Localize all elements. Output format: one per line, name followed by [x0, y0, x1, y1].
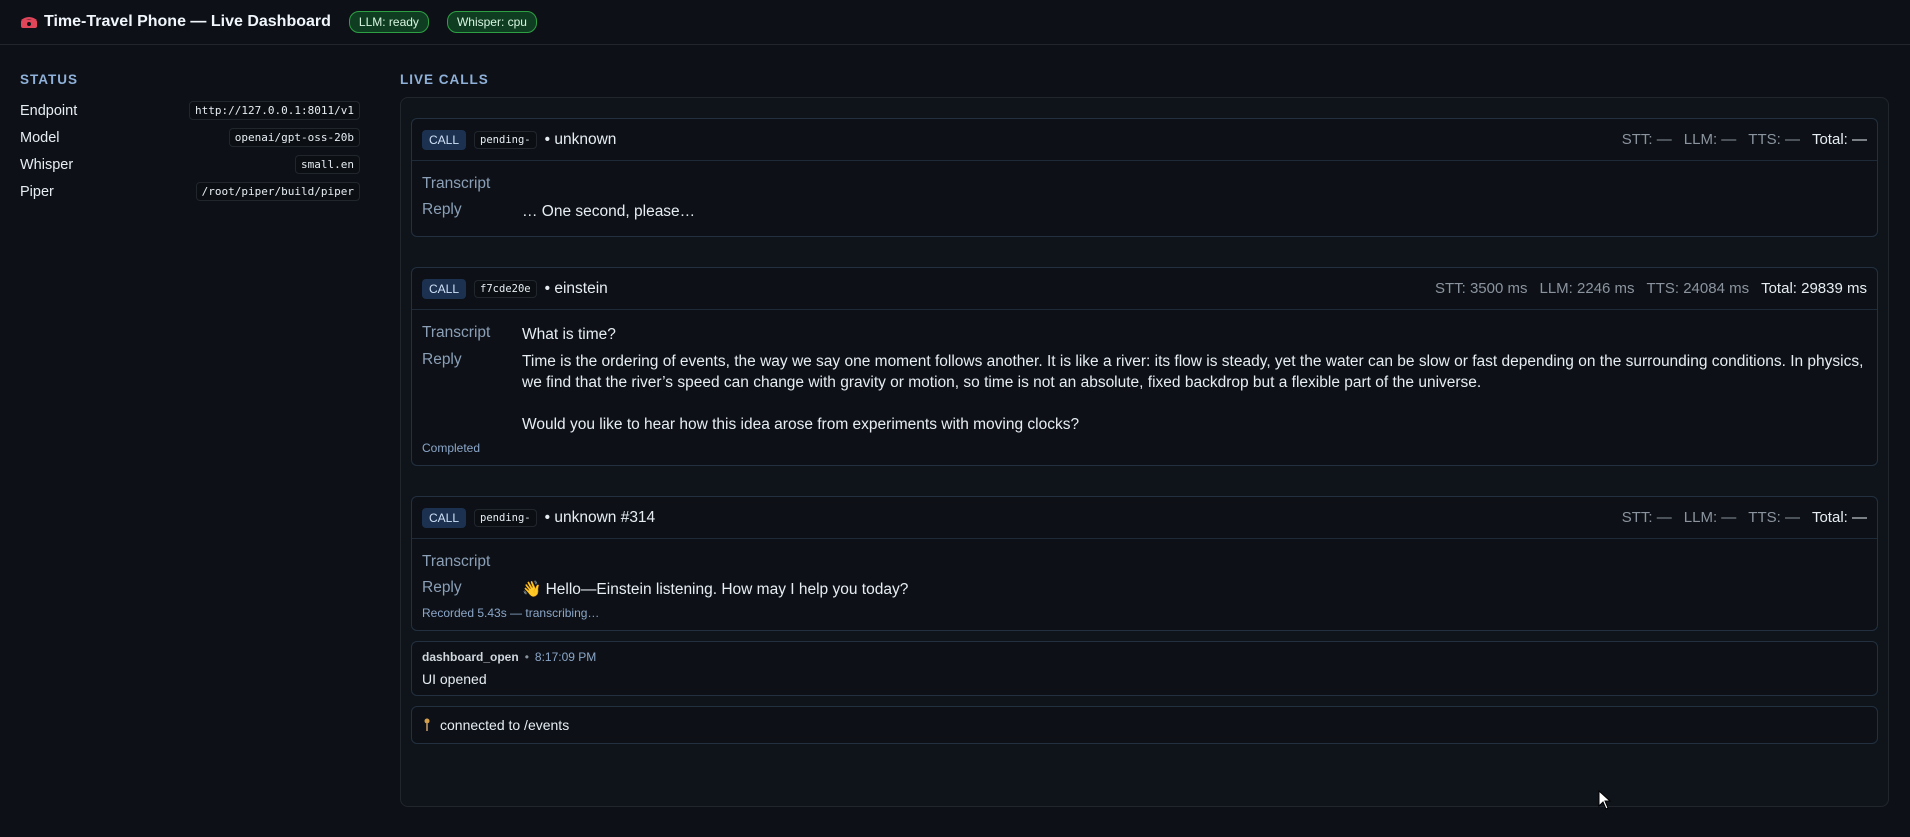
reply-paragraph: Would you like to hear how this idea aro…	[522, 416, 1080, 433]
caller-name: • unknown	[544, 130, 617, 148]
total-metric: Total: 29839 ms	[1761, 280, 1867, 297]
telephone-icon	[21, 17, 37, 28]
call-tag: CALL	[422, 278, 467, 299]
transcript-label: Transcript	[422, 553, 491, 570]
transcript-label: Transcript	[422, 324, 491, 341]
caller-name: • unknown #314	[544, 508, 656, 526]
connection-text: connected to /events	[440, 717, 570, 733]
call-body: Transcript Reply … One second, please…	[412, 161, 1877, 236]
reply-line: Reply Time is the ordering of events, th…	[422, 351, 1867, 435]
llm-metric: LLM: —	[1683, 509, 1737, 526]
tts-metric: TTS: 24084 ms	[1646, 280, 1750, 297]
call-body: Transcript Reply 👋 Hello—Einstein listen…	[412, 539, 1877, 630]
status-title: STATUS	[20, 72, 78, 87]
call-header: CALL f7cde20e • einstein STT: 3500 ms LL…	[412, 268, 1877, 310]
call-status-note: Completed	[422, 441, 481, 455]
event-separator: •	[524, 650, 529, 664]
call-metrics: STT: 3500 ms LLM: 2246 ms TTS: 24084 ms …	[1435, 280, 1867, 297]
event-type: dashboard_open	[422, 650, 519, 664]
status-label: Model	[20, 129, 60, 146]
transcript-label: Transcript	[422, 175, 491, 192]
stt-metric: STT: 3500 ms	[1434, 280, 1528, 297]
call-card: CALL f7cde20e • einstein STT: 3500 ms LL…	[411, 267, 1878, 466]
status-label: Piper	[20, 183, 54, 200]
call-id: f7cde20e	[474, 279, 537, 298]
status-label: Endpoint	[20, 102, 78, 119]
call-metrics: STT: — LLM: — TTS: — Total: —	[1622, 131, 1867, 148]
live-calls-title: LIVE CALLS	[400, 72, 489, 87]
status-row-model: Model openai/gpt-oss-20b	[20, 124, 360, 151]
call-header: CALL pending- • unknown #314 STT: — LLM:…	[412, 497, 1877, 539]
stt-metric: STT: —	[1621, 509, 1672, 526]
event-time: 8:17:09 PM	[534, 650, 597, 664]
call-card: CALL pending- • unknown #314 STT: — LLM:…	[411, 496, 1878, 631]
stt-metric: STT: —	[1621, 131, 1672, 148]
mouse-cursor-icon	[1598, 790, 1612, 810]
status-row-piper: Piper /root/piper/build/piper	[20, 178, 360, 205]
reply-text: … One second, please…	[522, 203, 696, 220]
llm-metric: LLM: 2246 ms	[1539, 280, 1635, 297]
connection-indicator-icon	[424, 718, 430, 731]
call-tag: CALL	[422, 129, 467, 150]
app-title: Time-Travel Phone — Live Dashboard	[20, 13, 331, 31]
reply-line: Reply 👋 Hello—Einstein listening. How ma…	[422, 579, 1867, 600]
call-body: Transcript What is time? Reply Time is t…	[412, 310, 1877, 465]
event-message: UI opened	[422, 671, 487, 687]
status-value: openai/gpt-oss-20b	[228, 128, 360, 147]
llm-metric: LLM: —	[1683, 131, 1737, 148]
llm-status-badge: LLM: ready	[348, 11, 429, 33]
reply-label: Reply	[422, 201, 462, 218]
app-title-text: Time-Travel Phone — Live Dashboard	[44, 13, 331, 30]
caller-name: • einstein	[544, 279, 608, 297]
event-meta: dashboard_open • 8:17:09 PM	[422, 650, 1867, 664]
status-row-endpoint: Endpoint http://127.0.0.1:8011/v1	[20, 97, 360, 124]
whisper-status-badge: Whisper: cpu	[446, 11, 537, 33]
tts-metric: TTS: —	[1748, 131, 1800, 148]
total-metric: Total: —	[1811, 509, 1867, 526]
reply-paragraph: Time is the ordering of events, the way …	[522, 353, 1864, 391]
call-header: CALL pending- • unknown STT: — LLM: — TT…	[412, 119, 1877, 161]
connection-status: connected to /events	[411, 706, 1878, 744]
event-log-item: dashboard_open • 8:17:09 PM UI opened	[411, 641, 1878, 696]
transcript-line: Transcript	[422, 175, 1867, 193]
status-value: /root/piper/build/piper	[195, 182, 360, 201]
calls-container[interactable]: CALL pending- • unknown STT: — LLM: — TT…	[400, 97, 1889, 807]
total-metric: Total: —	[1811, 131, 1867, 148]
status-row-whisper: Whisper small.en	[20, 151, 360, 178]
reply-text: Time is the ordering of events, the way …	[522, 351, 1867, 435]
transcript-text: What is time?	[522, 326, 616, 343]
reply-label: Reply	[422, 579, 462, 596]
transcript-line: Transcript	[422, 553, 1867, 571]
transcript-line: Transcript What is time?	[422, 324, 1867, 345]
status-value: http://127.0.0.1:8011/v1	[189, 101, 360, 120]
status-label: Whisper	[20, 156, 74, 173]
page-content: STATUS Endpoint http://127.0.0.1:8011/v1…	[0, 45, 1910, 807]
call-status-note: Recorded 5.43s — transcribing…	[422, 606, 600, 620]
call-card: CALL pending- • unknown STT: — LLM: — TT…	[411, 118, 1878, 237]
call-id: pending-	[474, 508, 537, 527]
reply-label: Reply	[422, 351, 462, 368]
tts-metric: TTS: —	[1748, 509, 1800, 526]
top-bar: Time-Travel Phone — Live Dashboard LLM: …	[0, 0, 1910, 45]
status-panel: STATUS Endpoint http://127.0.0.1:8011/v1…	[20, 70, 380, 807]
call-id: pending-	[474, 130, 537, 149]
reply-text: 👋 Hello—Einstein listening. How may I he…	[522, 581, 909, 598]
status-value: small.en	[295, 155, 360, 174]
call-metrics: STT: — LLM: — TTS: — Total: —	[1622, 509, 1867, 526]
reply-line: Reply … One second, please…	[422, 201, 1867, 222]
live-calls-panel: LIVE CALLS CALL pending- • unknown STT: …	[400, 70, 1889, 807]
call-tag: CALL	[422, 507, 467, 528]
